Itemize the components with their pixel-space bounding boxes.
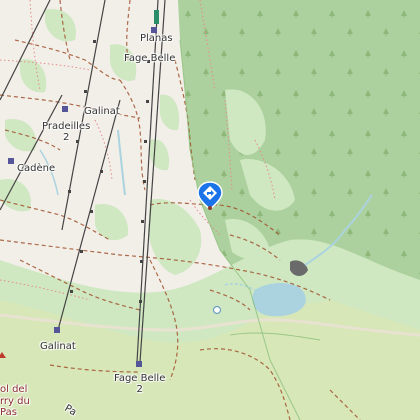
label-fage-belle-bottom[interactable]: Fage Belle 2 [114, 373, 165, 395]
label-col-del[interactable]: ol del [0, 384, 27, 395]
label-galinat-top[interactable]: Galinat [84, 106, 120, 117]
label-rry-du[interactable]: rry du [0, 396, 30, 407]
viewpoint-icon [212, 305, 222, 315]
label-planas[interactable]: Planas [140, 33, 173, 44]
label-pas[interactable]: Pas [0, 407, 17, 418]
label-cadene[interactable]: Cadène [17, 163, 55, 174]
label-pradeilles[interactable]: Pradeilles 2 [42, 121, 90, 143]
label-fage-belle-top[interactable]: Fage Belle [124, 53, 175, 64]
label-galinat-bottom[interactable]: Galinat [40, 341, 76, 352]
map-view[interactable]: Planas Fage Belle Galinat Pradeilles 2 C… [0, 0, 420, 420]
location-direction-marker-icon[interactable] [197, 181, 223, 211]
